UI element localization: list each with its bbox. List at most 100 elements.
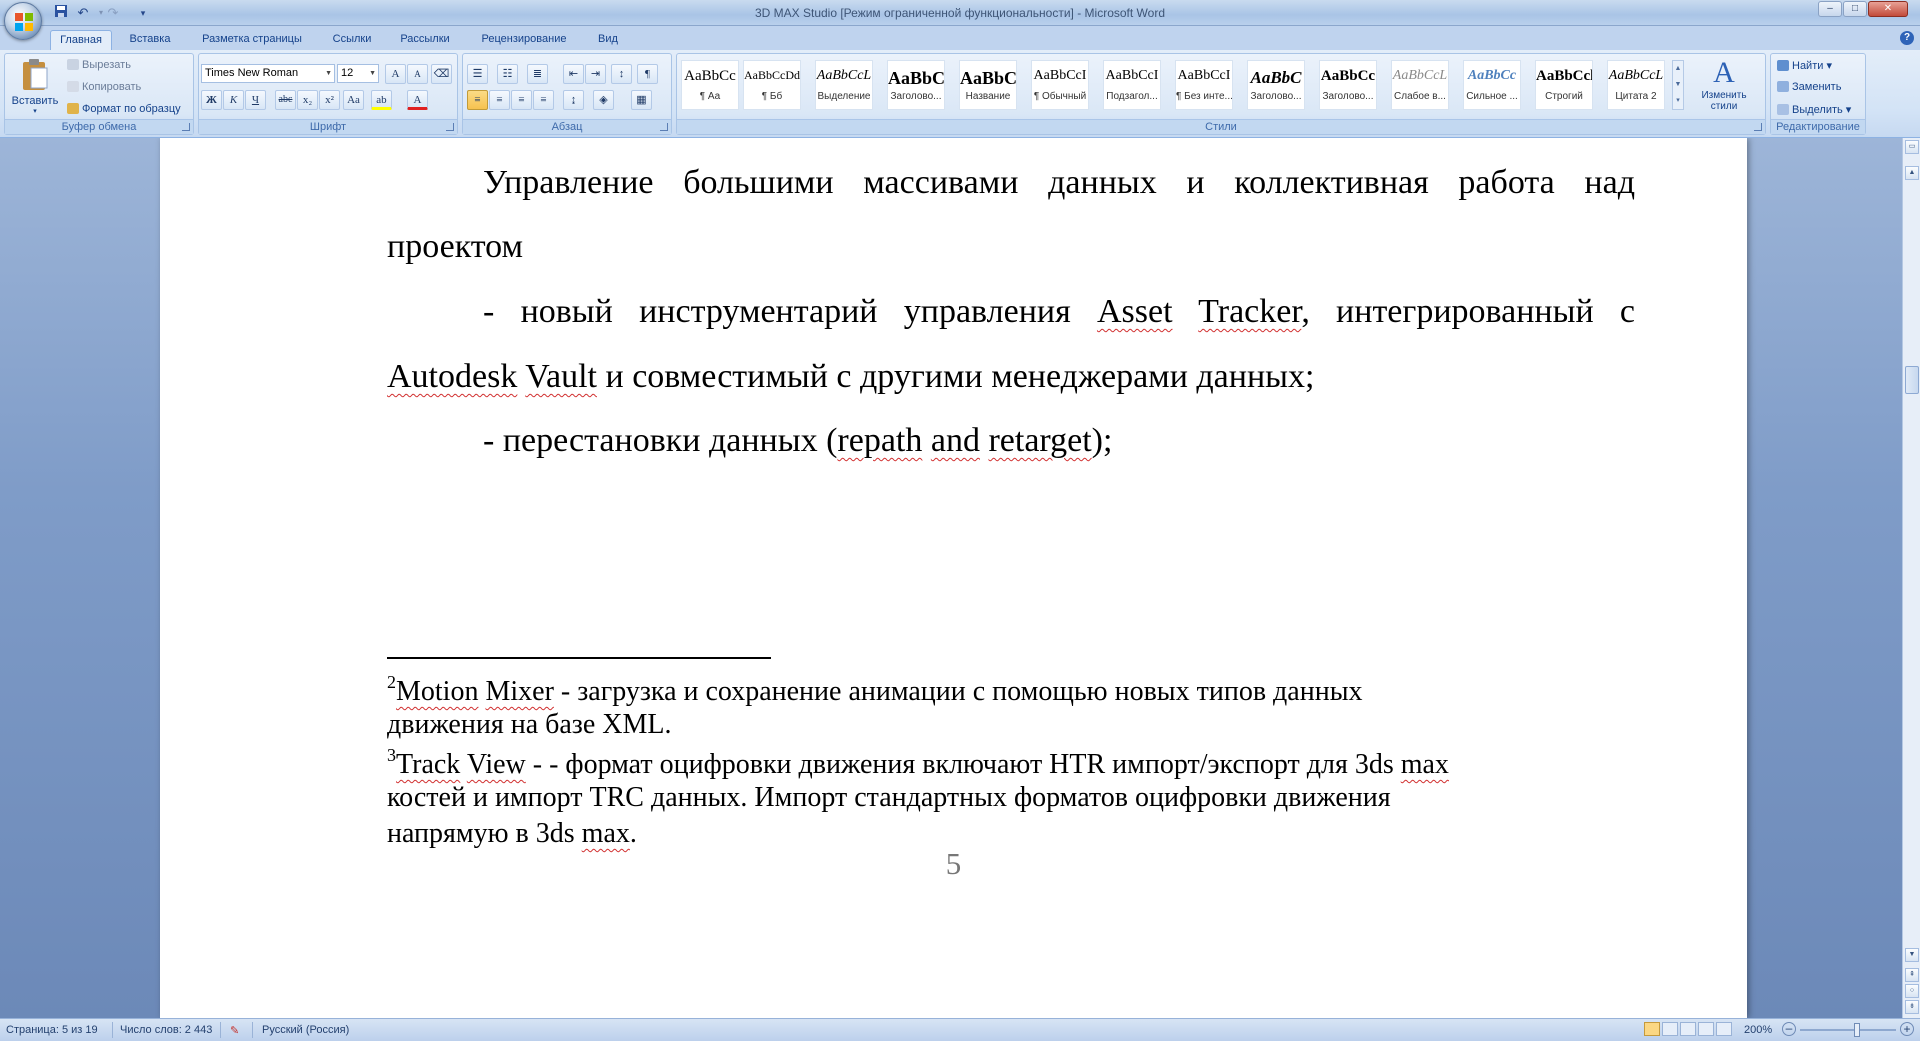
tab-page-layout[interactable]: Разметка страницы (190, 30, 314, 50)
paragraph-line: Autodesk Vault и совместимый с другими м… (387, 358, 1315, 395)
format-painter-button[interactable]: Формат по образцу (67, 103, 181, 115)
office-button[interactable] (4, 2, 42, 40)
select-button[interactable]: Выделить ▾ (1777, 103, 1851, 116)
scroll-down-icon[interactable]: ▼ (1905, 948, 1919, 962)
bold-button[interactable]: Ж (201, 90, 222, 110)
draft-icon[interactable] (1716, 1022, 1732, 1036)
minimize-button[interactable]: – (1818, 1, 1842, 17)
style-tile[interactable]: AaBbCcl Строгий (1535, 60, 1593, 110)
tab-review[interactable]: Рецензирование (468, 30, 580, 50)
zoom-slider[interactable] (1800, 1029, 1896, 1031)
style-tile[interactable]: AaBbCc ¶ Аа (681, 60, 739, 110)
tab-insert[interactable]: Вставка (118, 30, 182, 50)
grow-font-button[interactable]: A (385, 64, 406, 84)
tab-home[interactable]: Главная (50, 30, 112, 50)
find-button[interactable]: Найти ▾ (1777, 59, 1832, 72)
divider (252, 1022, 253, 1038)
style-tile[interactable]: AaBbCcL Слабое в... (1391, 60, 1449, 110)
replace-button[interactable]: Заменить (1777, 81, 1841, 93)
browse-object-icon[interactable]: ○ (1905, 984, 1919, 998)
style-tile[interactable]: AaBbCc Заголово... (1319, 60, 1377, 110)
font-color-button[interactable]: A (407, 90, 428, 110)
style-name: Выделение (817, 91, 871, 102)
clipboard-launcher-icon[interactable] (182, 123, 190, 131)
paste-dropdown-icon[interactable]: ▾ (9, 107, 61, 115)
style-tile[interactable]: AaBbCc Сильное ... (1463, 60, 1521, 110)
previous-page-icon[interactable]: ⇞ (1905, 968, 1919, 982)
increase-indent-icon[interactable]: ⇥ (585, 64, 606, 84)
scroll-up-icon[interactable]: ▲ (1905, 166, 1919, 180)
tab-mailings[interactable]: Рассылки (390, 30, 460, 50)
zoom-slider-thumb[interactable] (1854, 1023, 1860, 1037)
page-indicator[interactable]: Страница: 5 из 19 (6, 1024, 98, 1036)
web-layout-icon[interactable] (1680, 1022, 1696, 1036)
ruler-toggle-icon[interactable]: ▭ (1905, 140, 1919, 154)
replace-label: Заменить (1792, 81, 1842, 93)
style-name: Заголово... (890, 91, 942, 102)
change-styles-button[interactable]: A Изменить стили (1691, 56, 1757, 120)
underline-button[interactable]: Ч (245, 90, 266, 110)
align-center-icon[interactable]: ≡ (489, 90, 510, 110)
language-indicator[interactable]: Русский (Россия) (262, 1024, 349, 1036)
style-tile[interactable]: AaBbCcI Подзагол... (1103, 60, 1161, 110)
style-tile[interactable]: AaBbC Заголово... (887, 60, 945, 110)
numbering-icon[interactable]: ☷ (497, 64, 518, 84)
zoom-level[interactable]: 200% (1744, 1024, 1772, 1036)
close-button[interactable]: ✕ (1868, 1, 1908, 17)
line-spacing-icon[interactable]: ↨ (563, 90, 584, 110)
style-tile[interactable]: AaBbCcL Выделение (815, 60, 873, 110)
styles-gallery-scroll[interactable]: ▲ ▼ ▾ (1672, 60, 1684, 110)
align-left-icon[interactable]: ≡ (467, 90, 488, 110)
multilevel-list-icon[interactable]: ≣ (527, 64, 548, 84)
style-tile[interactable]: AaBbCcDd ¶ Бб (743, 60, 801, 110)
change-case-button[interactable]: Aa (343, 90, 364, 110)
font-name-combo[interactable]: Times New Roman ▼ (201, 64, 335, 83)
style-tile[interactable]: AaBbCcI ¶ Обычный (1031, 60, 1089, 110)
scroll-thumb[interactable] (1905, 366, 1919, 394)
vertical-scrollbar[interactable]: ▭ ▲ ▼ ⇞ ○ ⇟ (1902, 138, 1920, 1018)
paste-button[interactable]: Вставить ▾ (9, 56, 61, 118)
shading-icon[interactable]: ◈ (593, 90, 614, 110)
italic-button[interactable]: К (223, 90, 244, 110)
borders-icon[interactable]: ▦ (631, 90, 652, 110)
font-launcher-icon[interactable] (446, 123, 454, 131)
tab-references[interactable]: Ссылки (322, 30, 382, 50)
align-right-icon[interactable]: ≡ (511, 90, 532, 110)
bullets-icon[interactable]: ☰ (467, 64, 488, 84)
styles-launcher-icon[interactable] (1754, 123, 1762, 131)
decrease-indent-icon[interactable]: ⇤ (563, 64, 584, 84)
paragraph-launcher-icon[interactable] (660, 123, 668, 131)
font-size-combo[interactable]: 12 ▼ (337, 64, 379, 83)
style-tile[interactable]: AaBbC Заголово... (1247, 60, 1305, 110)
shrink-font-button[interactable]: A (407, 64, 428, 84)
restore-button[interactable]: □ (1843, 1, 1867, 17)
cut-button[interactable]: Вырезать (67, 59, 131, 71)
tab-view[interactable]: Вид (588, 30, 628, 50)
clipboard-group: Вставить ▾ Вырезать Копировать Формат по… (4, 53, 194, 135)
zoom-out-icon[interactable]: – (1782, 1022, 1796, 1036)
superscript-button[interactable]: x² (319, 90, 340, 110)
help-icon[interactable]: ? (1900, 31, 1914, 45)
style-tile[interactable]: AaBbC Название (959, 60, 1017, 110)
document-page[interactable]: Управление большими массивами данных и к… (160, 138, 1747, 1018)
clear-formatting-icon[interactable]: ⌫ (431, 64, 452, 84)
style-tile[interactable]: AaBbCcI ¶ Без инте... (1175, 60, 1233, 110)
proofing-icon[interactable]: ✎ (230, 1024, 239, 1037)
justify-icon[interactable]: ≡ (533, 90, 554, 110)
binoculars-icon (1777, 60, 1789, 71)
style-tile[interactable]: AaBbCcL Цитата 2 (1607, 60, 1665, 110)
print-layout-icon[interactable] (1644, 1022, 1660, 1036)
next-page-icon[interactable]: ⇟ (1905, 1000, 1919, 1014)
sort-icon[interactable]: ↕ (611, 64, 632, 84)
full-screen-reading-icon[interactable] (1662, 1022, 1678, 1036)
style-name: Строгий (1545, 91, 1583, 102)
zoom-in-icon[interactable]: + (1900, 1022, 1914, 1036)
word-count[interactable]: Число слов: 2 443 (120, 1024, 212, 1036)
highlight-button[interactable]: ab (371, 90, 392, 110)
strikethrough-button[interactable]: abc (275, 90, 296, 110)
format-painter-icon (67, 103, 79, 114)
subscript-button[interactable]: x₂ (297, 90, 318, 110)
show-marks-button[interactable]: ¶ (637, 64, 658, 84)
copy-button[interactable]: Копировать (67, 81, 141, 93)
outline-icon[interactable] (1698, 1022, 1714, 1036)
